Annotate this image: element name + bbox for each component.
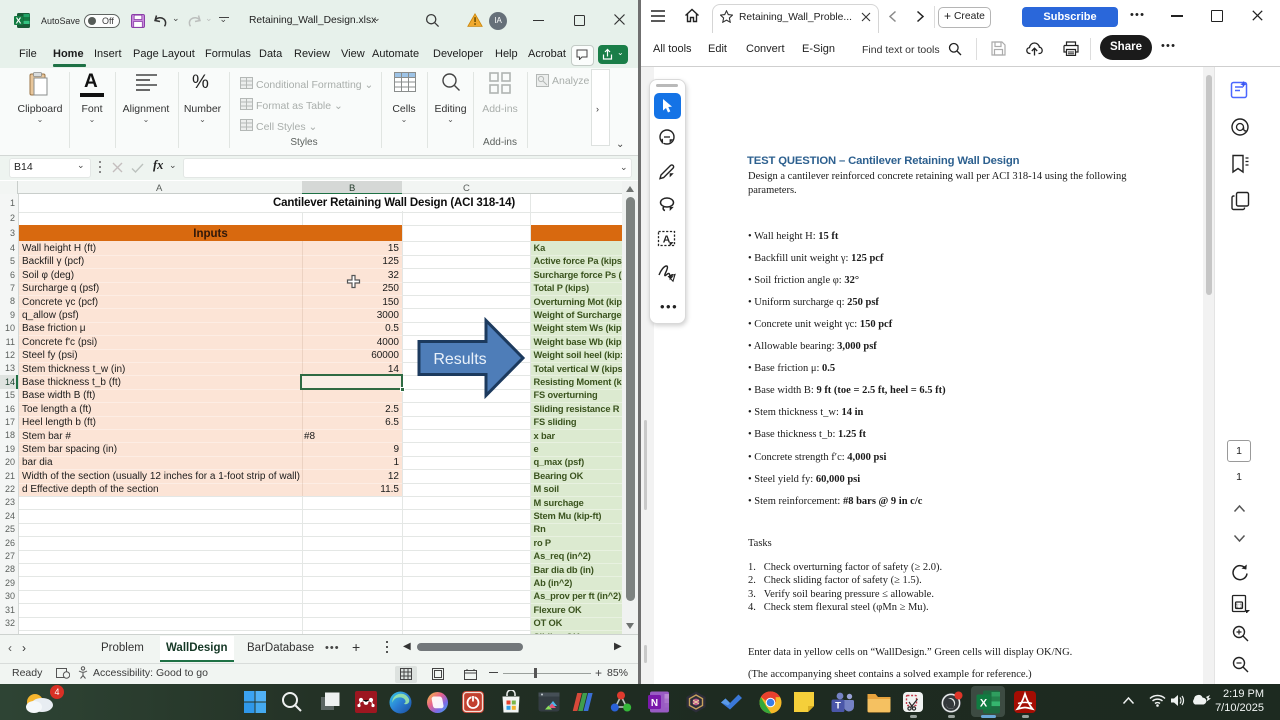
svg-text:1:1: 1:1 [1236, 603, 1243, 609]
svg-text:Results: Results [433, 351, 486, 368]
svg-text:N: N [651, 698, 658, 709]
svg-text:X: X [16, 16, 22, 26]
svg-text:X: X [980, 698, 988, 710]
svg-text:T: T [835, 701, 841, 712]
svg-text:A: A [663, 234, 671, 246]
